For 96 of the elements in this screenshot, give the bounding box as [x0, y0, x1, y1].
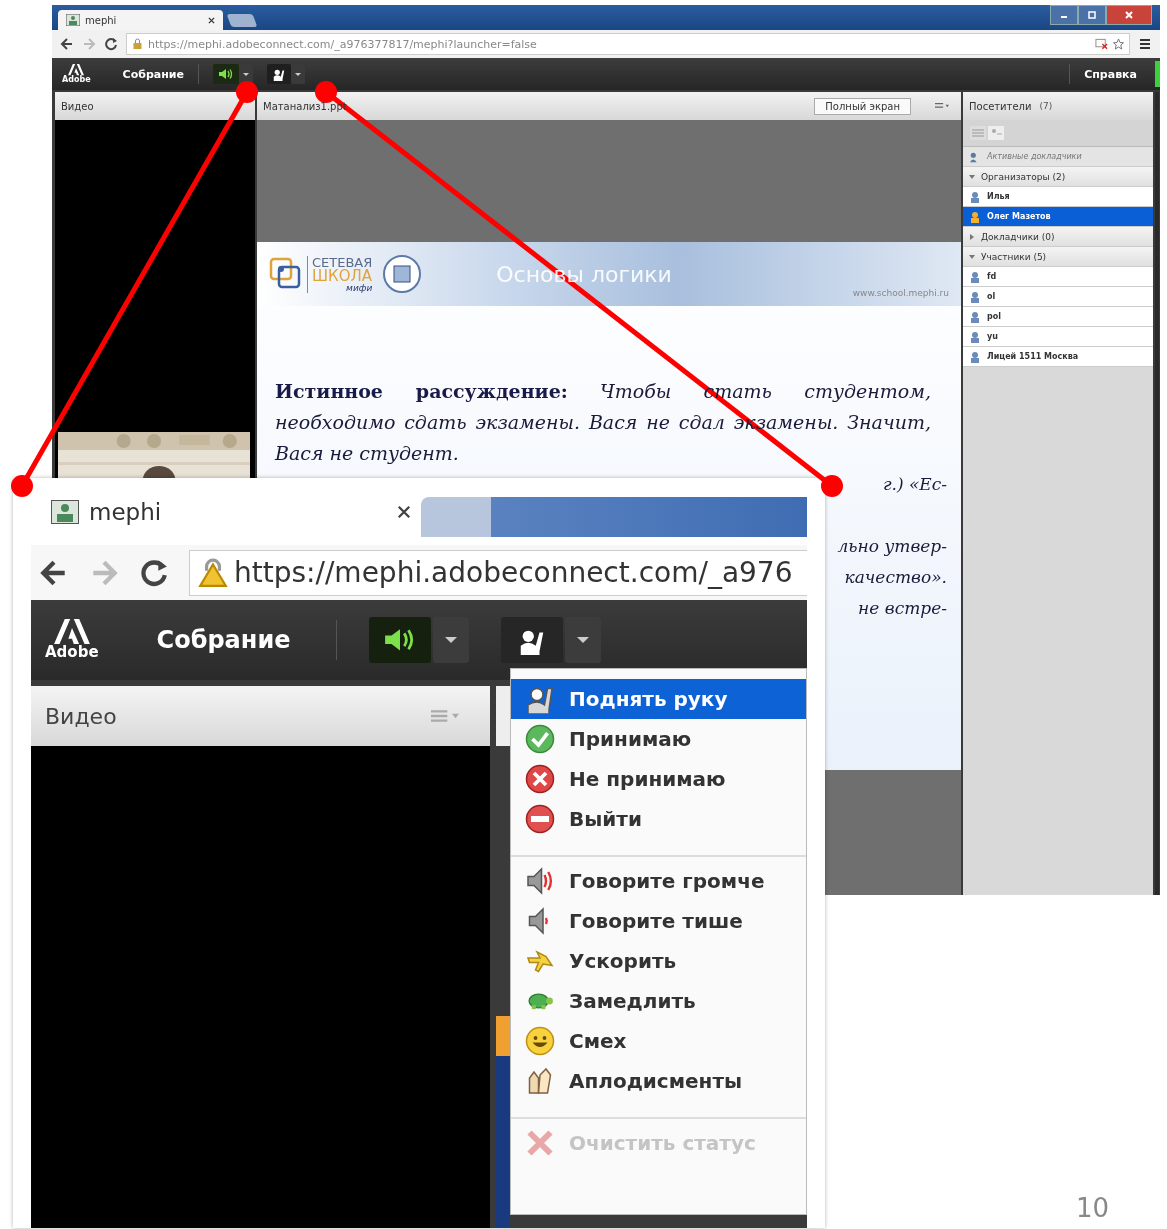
speaker-button[interactable]	[212, 64, 239, 84]
x-icon	[525, 1128, 555, 1158]
attendee-row[interactable]: Илья	[963, 187, 1153, 207]
logo-text: ШКОЛА	[312, 268, 373, 284]
close-icon	[1124, 10, 1134, 20]
person-icon	[969, 290, 981, 303]
emblem-icon	[382, 254, 423, 294]
fullscreen-button[interactable]: Полный экран	[814, 97, 911, 115]
panel-title: Видео	[61, 100, 94, 112]
check-icon	[525, 724, 555, 754]
warning-lock-icon	[131, 38, 144, 50]
attendee-group[interactable]: Организаторы (2)	[963, 167, 1153, 187]
close-button[interactable]	[1106, 5, 1152, 25]
menu-item[interactable]: Не принимаю	[511, 759, 806, 799]
menu-icon[interactable]	[1138, 37, 1152, 51]
people-icon	[66, 14, 80, 26]
menu-item[interactable]: Выйти	[511, 799, 806, 839]
list-view-toggle[interactable]	[969, 125, 1005, 141]
menu-item[interactable]: Ускорить	[511, 941, 806, 981]
loud-speaker-icon	[525, 866, 555, 896]
adobe-logo: Adobe	[62, 64, 91, 84]
people-icon	[51, 499, 79, 524]
dropdown-button[interactable]	[565, 617, 602, 663]
close-icon[interactable]	[397, 504, 411, 519]
panel-title: Видео	[45, 703, 117, 729]
panel-menu-icon[interactable]	[935, 102, 949, 110]
meeting-menu[interactable]: Собрание	[122, 67, 184, 81]
new-tab-button[interactable]	[226, 14, 258, 27]
menu-item[interactable]: Аплодисменты	[511, 1061, 806, 1101]
warning-lock-icon	[198, 557, 228, 588]
slide-text: не встре-	[858, 597, 947, 620]
attendee-group[interactable]: Докладчики (0)	[963, 227, 1153, 247]
slide-text: качество».	[844, 566, 947, 589]
star-icon[interactable]	[1112, 38, 1125, 50]
attendee-row[interactable]: yu	[963, 327, 1153, 347]
active-speakers-label: Активные докладчики	[987, 152, 1082, 161]
address-field[interactable]: https://mephi.adobeconnect.com/_a976377817/mephi?launcher=false	[126, 33, 1130, 55]
person-icon	[969, 190, 981, 203]
caret-icon	[242, 72, 249, 76]
smiley-icon	[525, 1026, 555, 1056]
speaker-icon	[217, 68, 234, 80]
slide-number: 10	[1075, 1193, 1109, 1223]
back-icon[interactable]	[60, 37, 74, 51]
logo-text: мифи	[346, 283, 373, 293]
menu-item[interactable]: Смех	[511, 1021, 806, 1061]
logo-text: СЕТЕВАЯ	[312, 255, 373, 269]
meeting-menu[interactable]: Собрание	[156, 626, 291, 654]
new-tab-button[interactable]	[421, 497, 807, 537]
person-icon	[969, 330, 981, 343]
caret-icon	[577, 637, 590, 643]
close-icon[interactable]	[208, 16, 215, 24]
blocked-popup-icon[interactable]	[1095, 38, 1108, 50]
minus-circle-icon	[525, 804, 555, 834]
caret-icon	[445, 637, 458, 643]
disclosure-icon	[969, 233, 975, 240]
attendee-row[interactable]: fd	[963, 267, 1153, 287]
cross-circle-icon	[525, 764, 555, 794]
menu-item[interactable]: Принимаю	[511, 719, 806, 759]
maximize-icon	[1087, 10, 1097, 20]
slide-text: льно утвер-	[837, 535, 947, 558]
person-icon	[969, 350, 981, 363]
minimize-button[interactable]	[1050, 5, 1078, 25]
menu-item[interactable]: Говорите громче	[511, 861, 806, 901]
adobe-logo: Adobe	[45, 619, 99, 661]
help-menu[interactable]: Справка	[1084, 67, 1137, 81]
website-text: www.school.mephi.ru	[852, 288, 949, 298]
attendee-row[interactable]: Олег Мазетов	[963, 207, 1153, 227]
menu-item[interactable]: Поднять руку	[511, 679, 806, 719]
reload-icon[interactable]	[104, 37, 118, 51]
attendee-row[interactable]: pol	[963, 307, 1153, 327]
person-icon	[969, 310, 981, 323]
address-field[interactable]: https://mephi.adobeconnect.com/_a976	[189, 549, 807, 596]
menu-item[interactable]: Говорите тише	[511, 901, 806, 941]
disclosure-icon	[969, 173, 975, 180]
disclosure-icon	[969, 253, 975, 260]
attendee-group[interactable]: Участники (5)	[963, 247, 1153, 267]
attendee-row[interactable]: Лицей 1511 Москва	[963, 347, 1153, 367]
dropdown-button[interactable]	[433, 617, 470, 663]
raised-hand-icon	[271, 67, 286, 81]
maximize-button[interactable]	[1078, 5, 1106, 25]
caret-icon	[294, 72, 301, 76]
person-icon	[969, 210, 981, 223]
person-icon	[969, 270, 981, 283]
raise-hand-button[interactable]	[266, 64, 291, 84]
tab-title: mephi	[85, 14, 118, 26]
panel-title: Посетители	[969, 100, 1032, 112]
attendee-row[interactable]: ol	[963, 287, 1153, 307]
reload-icon[interactable]	[139, 557, 169, 588]
network-logo-icon	[269, 257, 303, 291]
slide-text: г.) «Ес-	[882, 473, 947, 496]
menu-item[interactable]: Замедлить	[511, 981, 806, 1021]
connection-indicator	[1155, 61, 1160, 87]
browser-tab[interactable]: mephi	[58, 10, 223, 30]
speaker-button[interactable]	[369, 617, 432, 663]
raise-hand-button[interactable]	[501, 617, 564, 663]
attendee-count: (7)	[1039, 101, 1053, 111]
